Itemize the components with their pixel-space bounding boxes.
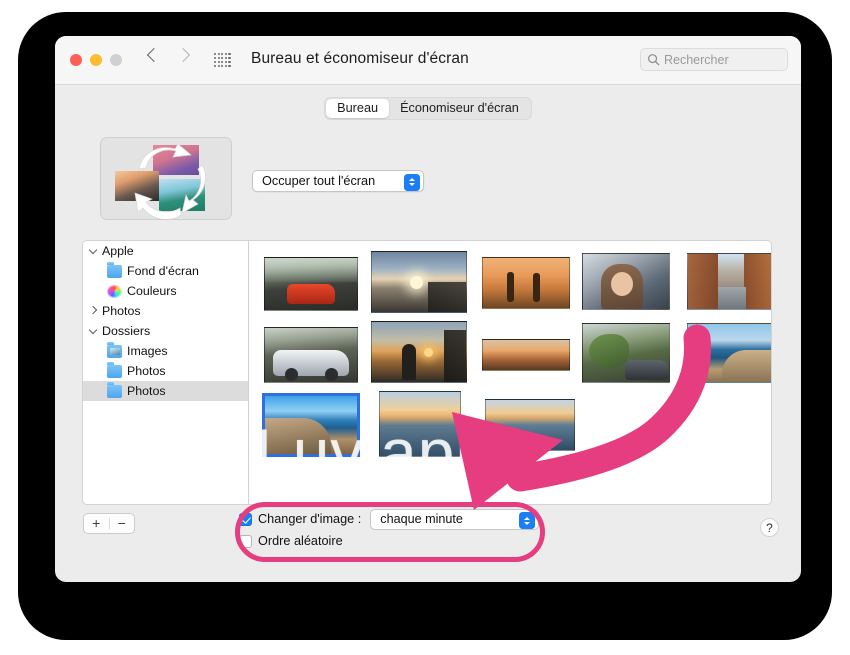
- display-mode-value: Occuper tout l'écran: [262, 174, 376, 188]
- tab-bar: Bureau Économiseur d'écran: [55, 85, 801, 131]
- page-title: Bureau et économiseur d'écran: [251, 50, 469, 67]
- thumbnail-sea-sunset-horizon[interactable]: [379, 391, 461, 457]
- thumbnail-european-street[interactable]: [687, 253, 771, 310]
- chevron-right-icon[interactable]: [178, 49, 190, 61]
- thumbnail-red-sports-car[interactable]: [264, 257, 358, 311]
- sidebar-item-label: Photos: [102, 304, 141, 318]
- thumbnail-cliff-coast-selected[interactable]: [262, 393, 360, 457]
- sidebar-item-photos-folder-1[interactable]: Photos: [83, 361, 248, 381]
- random-order-label: Ordre aléatoire: [258, 534, 343, 548]
- change-image-label: Changer d'image :: [258, 512, 362, 526]
- wallpaper-rotation-preview[interactable]: [100, 137, 232, 220]
- sidebar-item-photos-group[interactable]: Photos: [83, 301, 248, 321]
- folder-icon: [107, 362, 122, 378]
- chevron-updown-icon[interactable]: [404, 173, 420, 191]
- remove-folder-button[interactable]: −: [110, 514, 135, 533]
- minimize-button-icon[interactable]: [90, 54, 102, 66]
- thumbnail-silver-sports-car[interactable]: [264, 327, 358, 383]
- sidebar-item-fond-decran[interactable]: Fond d'écran: [83, 261, 248, 281]
- chevron-left-icon[interactable]: [147, 49, 159, 61]
- source-sidebar[interactable]: Apple Fond d'écran Couleurs Photos Dossi…: [82, 240, 248, 505]
- system-preferences-window: Bureau et économiseur d'écran Rechercher…: [55, 36, 801, 582]
- sidebar-item-label: Photos: [127, 384, 166, 398]
- sidebar-item-label: Dossiers: [102, 324, 151, 338]
- search-icon: [648, 54, 660, 66]
- tab-group: Bureau Économiseur d'écran: [324, 96, 532, 120]
- zoom-button-icon[interactable]: [110, 54, 122, 66]
- screenshot-stage: Bureau et économiseur d'écran Rechercher…: [0, 0, 850, 655]
- sidebar-item-label: Photos: [127, 364, 166, 378]
- thumbnail-couple-silhouette[interactable]: [482, 257, 570, 309]
- tab-screensaver[interactable]: Économiseur d'écran: [389, 99, 530, 118]
- window-titlebar: Bureau et économiseur d'écran Rechercher: [55, 36, 801, 85]
- sidebar-item-label: Images: [127, 344, 168, 358]
- wallpaper-grid[interactable]: Luviapp: [248, 240, 772, 505]
- close-button-icon[interactable]: [70, 54, 82, 66]
- photos-folder-icon: [107, 342, 122, 358]
- app-grid-icon[interactable]: [214, 53, 231, 68]
- folder-icon: [107, 262, 122, 278]
- thumbnail-sunset-beach-rocks[interactable]: [371, 251, 467, 313]
- thumbnail-portrait-woman[interactable]: [582, 253, 670, 310]
- sidebar-item-couleurs[interactable]: Couleurs: [83, 281, 248, 301]
- color-wheel-icon: [107, 284, 122, 298]
- rotating-images-icon: [134, 143, 206, 219]
- thumbnail-person-sunset-pier[interactable]: [371, 321, 467, 383]
- tab-bureau[interactable]: Bureau: [326, 98, 390, 118]
- add-folder-button[interactable]: +: [84, 514, 109, 533]
- sidebar-item-photos-folder-2[interactable]: Photos: [83, 381, 248, 401]
- help-button[interactable]: ?: [760, 518, 779, 537]
- display-mode-popup[interactable]: Occuper tout l'écran: [252, 170, 424, 192]
- thumbnail-green-plants-car[interactable]: [582, 323, 670, 383]
- search-field[interactable]: Rechercher: [640, 48, 788, 71]
- sidebar-item-apple[interactable]: Apple: [83, 241, 248, 261]
- sidebar-item-dossiers[interactable]: Dossiers: [83, 321, 248, 341]
- sidebar-item-label: Fond d'écran: [127, 264, 199, 278]
- folder-icon: [107, 382, 122, 398]
- rotation-options: Changer d'image : chaque minute Ordre al…: [239, 508, 539, 556]
- random-order-checkbox[interactable]: [239, 534, 252, 548]
- change-image-checkbox[interactable]: [239, 512, 252, 526]
- sidebar-item-images[interactable]: Images: [83, 341, 248, 361]
- interval-popup[interactable]: chaque minute: [370, 508, 539, 530]
- traffic-light-buttons[interactable]: [70, 54, 122, 66]
- thumbnail-sea-sunset-wide[interactable]: [485, 399, 575, 451]
- change-image-row: Changer d'image : chaque minute: [239, 508, 539, 530]
- thumbnail-coastal-cliffs-sea[interactable]: [687, 323, 771, 383]
- sidebar-item-label: Apple: [102, 244, 134, 258]
- sidebar-item-label: Couleurs: [127, 284, 177, 298]
- thumbnail-city-sunset-panorama[interactable]: [482, 339, 570, 371]
- search-placeholder: Rechercher: [664, 52, 729, 67]
- navigation-arrows[interactable]: [147, 49, 190, 61]
- chevron-updown-icon[interactable]: [519, 512, 535, 529]
- interval-value: chaque minute: [380, 512, 463, 526]
- random-order-row: Ordre aléatoire: [239, 530, 539, 552]
- add-remove-folder-control[interactable]: + −: [83, 513, 135, 534]
